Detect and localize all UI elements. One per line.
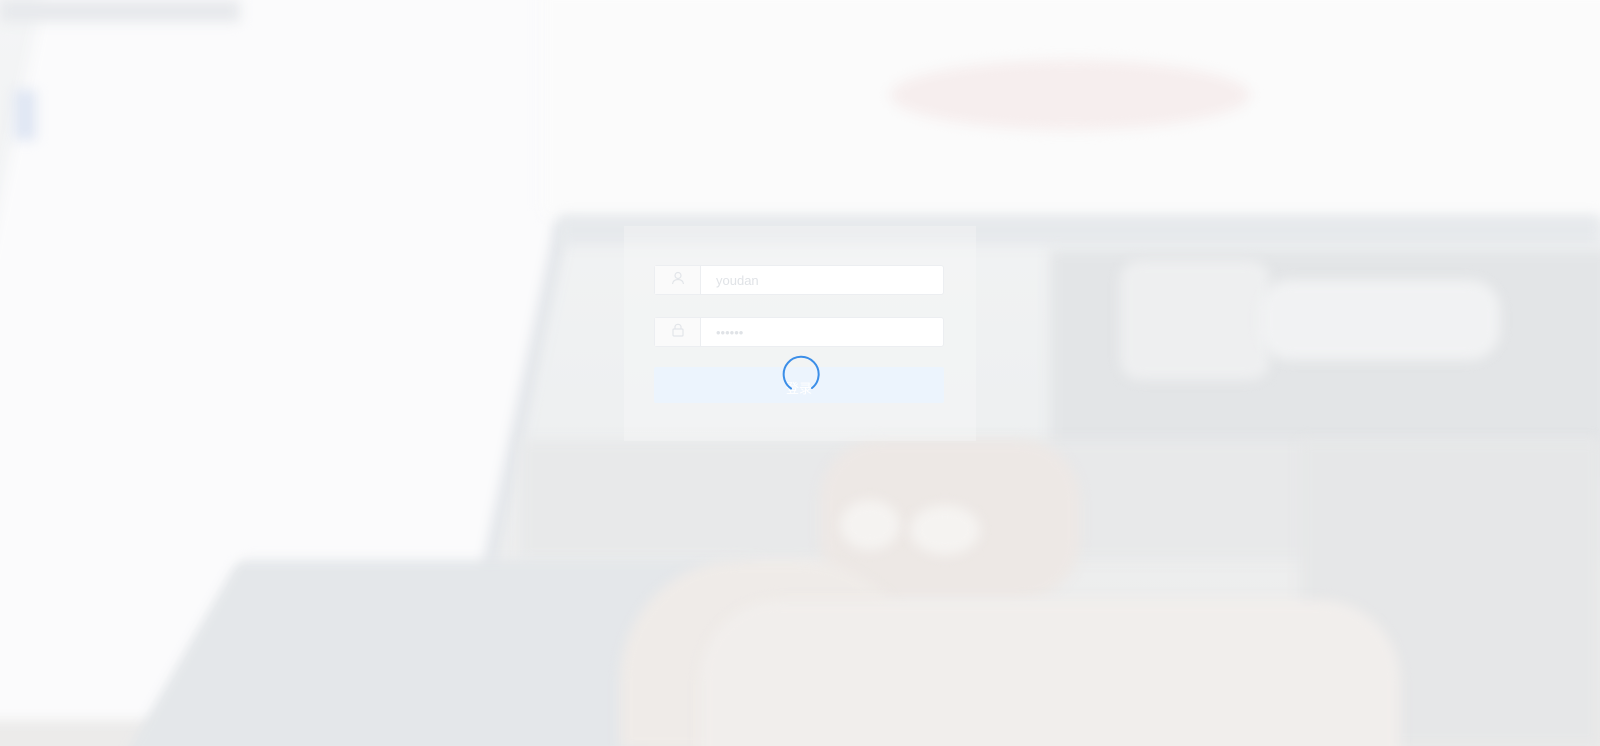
username-prefix <box>655 266 701 294</box>
user-icon <box>671 271 685 290</box>
hand-knuckle <box>910 505 980 555</box>
password-input[interactable] <box>701 318 943 346</box>
loading-spinner-icon <box>782 355 820 390</box>
background-object <box>1120 260 1270 380</box>
password-field-group <box>654 317 944 347</box>
hand <box>700 600 1400 746</box>
laptop-menubar <box>0 0 240 22</box>
username-input[interactable] <box>701 266 943 294</box>
username-field-group <box>654 265 944 295</box>
hand-knuckle <box>840 500 900 550</box>
monitor-glow <box>890 60 1250 130</box>
lock-icon <box>671 323 685 342</box>
background-object <box>1260 280 1500 360</box>
password-prefix <box>655 318 701 346</box>
laptop-sidebar <box>14 90 36 140</box>
login-form: 登录 <box>624 226 976 441</box>
